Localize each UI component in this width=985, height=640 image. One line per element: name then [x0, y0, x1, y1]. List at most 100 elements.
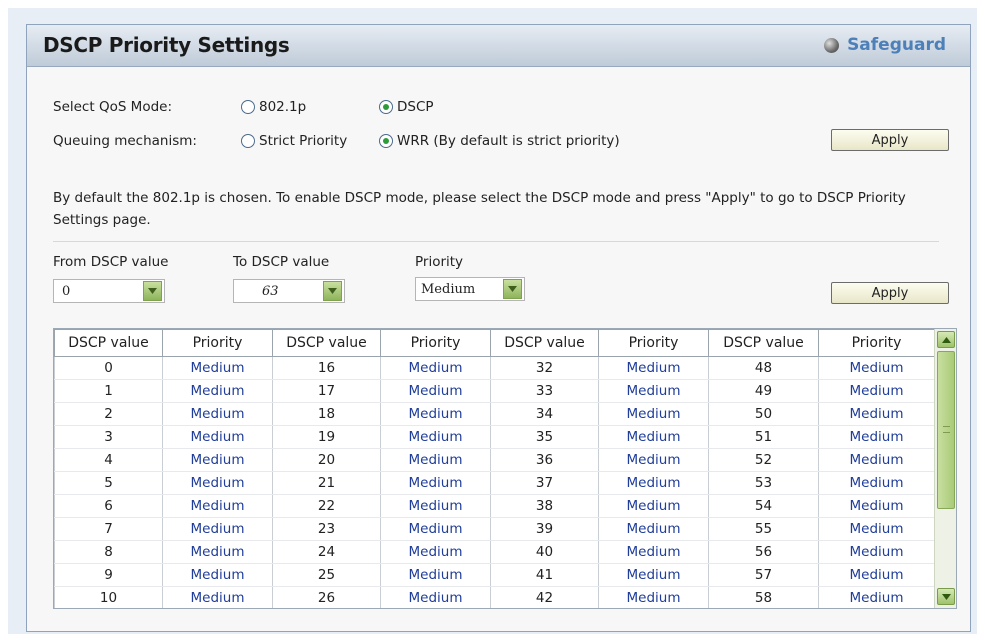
priority-cell: Medium: [380, 379, 491, 403]
priority-cell: Medium: [162, 494, 273, 518]
radio-queue-strict[interactable]: Strict Priority: [241, 133, 347, 149]
dscp-value-cell: 8: [54, 540, 163, 564]
safeguard-badge: Safeguard: [824, 35, 946, 55]
priority-cell: Medium: [162, 425, 273, 449]
radio-checked-icon: [379, 100, 393, 114]
dscp-value-cell: 42: [490, 586, 599, 608]
dscp-value-cell: 37: [490, 471, 599, 495]
priority-cell: Medium: [818, 563, 935, 587]
table-row: 7 Medium 23 Medium 39 Medium 55 Medium: [54, 517, 935, 541]
from-dscp-select[interactable]: 0: [53, 279, 165, 303]
radio-mode-dscp-label: DSCP: [397, 99, 434, 115]
priority-cell: Medium: [818, 379, 935, 403]
scroll-thumb[interactable]: [937, 351, 955, 509]
chevron-down-icon: [941, 593, 951, 600]
priority-cell: Medium: [598, 402, 709, 426]
to-dscp-select[interactable]: 63: [233, 279, 345, 303]
priority-cell: Medium: [598, 425, 709, 449]
priority-cell: Medium: [380, 540, 491, 564]
scroll-grip: [943, 426, 950, 433]
radio-mode-8021p-label: 802.1p: [259, 99, 307, 115]
dscp-value-cell: 0: [54, 356, 163, 380]
priority-value: Medium: [421, 281, 476, 297]
dscp-value-cell: 35: [490, 425, 599, 449]
radio-mode-8021p[interactable]: 802.1p: [241, 99, 306, 115]
apply-mode-button[interactable]: Apply: [831, 129, 949, 151]
radio-checked-icon: [379, 134, 393, 148]
radio-queue-wrr[interactable]: WRR (By default is strict priority): [379, 133, 620, 149]
priority-cell: Medium: [380, 586, 491, 608]
dscp-value-cell: 24: [272, 540, 381, 564]
dscp-value-cell: 2: [54, 402, 163, 426]
table-row: 9 Medium 25 Medium 41 Medium 57 Medium: [54, 563, 935, 587]
radio-circle-icon: [241, 100, 255, 114]
scroll-down-button[interactable]: [937, 588, 955, 605]
dscp-value-cell: 19: [272, 425, 381, 449]
priority-cell: Medium: [380, 517, 491, 541]
dscp-value-cell: 39: [490, 517, 599, 541]
priority-select[interactable]: Medium: [415, 277, 525, 301]
column-header-priority: Priority: [162, 329, 273, 357]
priority-cell: Medium: [162, 586, 273, 608]
column-header-priority: Priority: [598, 329, 709, 357]
column-header-dscp-value: DSCP value: [54, 329, 163, 357]
table-row: 1 Medium 17 Medium 33 Medium 49 Medium: [54, 379, 935, 403]
to-dscp-value: 63: [262, 283, 279, 299]
column-header-dscp-value: DSCP value: [272, 329, 381, 357]
dscp-value-cell: 33: [490, 379, 599, 403]
apply-priority-button[interactable]: Apply: [831, 282, 949, 304]
dscp-value-cell: 57: [708, 563, 819, 587]
priority-cell: Medium: [818, 448, 935, 472]
chevron-down-icon: [323, 281, 342, 301]
priority-cell: Medium: [162, 540, 273, 564]
priority-cell: Medium: [162, 402, 273, 426]
dscp-value-cell: 23: [272, 517, 381, 541]
dscp-value-cell: 6: [54, 494, 163, 518]
priority-cell: Medium: [162, 471, 273, 495]
dscp-value-cell: 21: [272, 471, 381, 495]
radio-circle-icon: [241, 134, 255, 148]
priority-cell: Medium: [598, 356, 709, 380]
table-body: 0 Medium 16 Medium 32 Medium 48 Medium 1 Medium 17…: [54, 356, 935, 608]
scroll-up-button[interactable]: [937, 331, 955, 348]
priority-cell: Medium: [380, 356, 491, 380]
priority-cell: Medium: [598, 494, 709, 518]
dscp-settings-panel: DSCP Priority Settings Safeguard Select …: [26, 24, 971, 632]
priority-cell: Medium: [598, 517, 709, 541]
priority-cell: Medium: [598, 586, 709, 608]
radio-mode-dscp[interactable]: DSCP: [379, 99, 434, 115]
dscp-priority-table[interactable]: DSCP value Priority DSCP value Priority DSCP…: [53, 328, 957, 609]
priority-cell: Medium: [598, 379, 709, 403]
dscp-value-cell: 38: [490, 494, 599, 518]
dscp-value-cell: 58: [708, 586, 819, 608]
dscp-value-cell: 53: [708, 471, 819, 495]
priority-cell: Medium: [818, 425, 935, 449]
dscp-value-cell: 48: [708, 356, 819, 380]
dscp-value-cell: 41: [490, 563, 599, 587]
divider: [53, 241, 939, 242]
page-title: DSCP Priority Settings: [43, 33, 290, 57]
dscp-value-cell: 22: [272, 494, 381, 518]
dscp-value-cell: 5: [54, 471, 163, 495]
priority-cell: Medium: [380, 563, 491, 587]
dscp-value-cell: 16: [272, 356, 381, 380]
safeguard-label: Safeguard: [847, 35, 946, 55]
priority-cell: Medium: [818, 586, 935, 608]
qos-mode-label: Select QoS Mode:: [53, 99, 173, 115]
dscp-value-cell: 40: [490, 540, 599, 564]
dscp-value-cell: 25: [272, 563, 381, 587]
table-row: 3 Medium 19 Medium 35 Medium 51 Medium: [54, 425, 935, 449]
column-header-priority: Priority: [380, 329, 491, 357]
dscp-value-cell: 10: [54, 586, 163, 608]
dscp-value-cell: 1: [54, 379, 163, 403]
info-text: By default the 802.1p is chosen. To enab…: [53, 190, 906, 228]
priority-cell: Medium: [598, 471, 709, 495]
priority-cell: Medium: [162, 517, 273, 541]
dscp-value-cell: 26: [272, 586, 381, 608]
to-dscp-label: To DSCP value: [233, 254, 330, 270]
from-dscp-label: From DSCP value: [53, 254, 169, 270]
dscp-value-cell: 7: [54, 517, 163, 541]
priority-cell: Medium: [818, 540, 935, 564]
panel-header: DSCP Priority Settings Safeguard: [27, 25, 970, 67]
table-scrollbar[interactable]: [934, 329, 956, 608]
